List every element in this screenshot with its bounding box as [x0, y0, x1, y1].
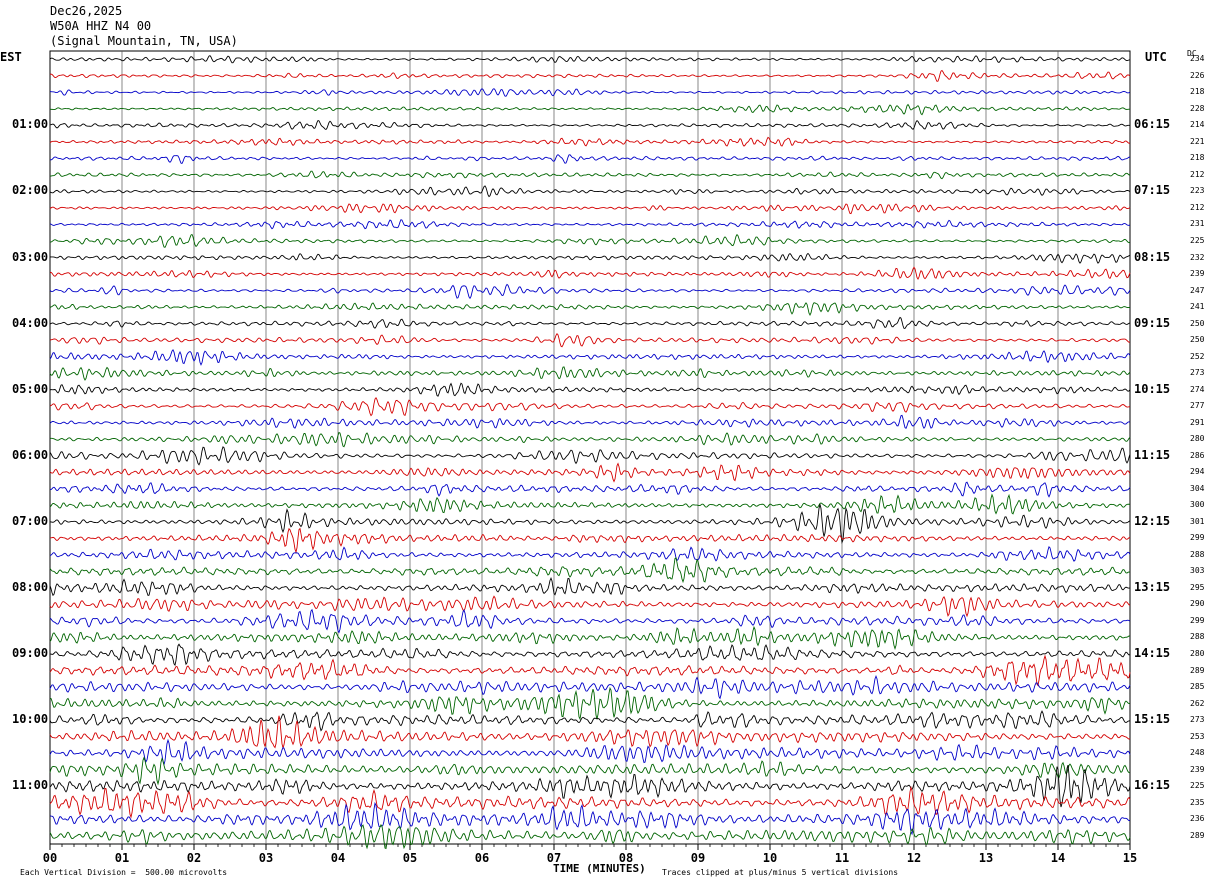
x-tick-label: 06: [475, 851, 489, 865]
seismic-trace: [49, 527, 1131, 554]
seismic-trace: [49, 546, 1131, 562]
x-tick-label: 12: [907, 851, 921, 865]
seismic-trace: [49, 675, 1131, 700]
seismic-trace: [49, 119, 1131, 131]
seismic-trace: [49, 366, 1131, 381]
seismic-trace: [49, 462, 1131, 483]
seismic-trace: [49, 414, 1131, 429]
x-tick-label: 02: [187, 851, 201, 865]
helicorder-chart: 00 01 02 03 04 05 06 07 08 09 10 11 12 13 14 15: [43, 50, 1137, 865]
seismic-trace: [49, 493, 1131, 515]
seismic-trace: [49, 595, 1131, 618]
seismic-trace: [49, 203, 1131, 215]
seismic-trace: [49, 557, 1131, 584]
scale-footnote: Each Vertical Division = 500.00 microvol…: [20, 868, 228, 877]
seismic-trace: [49, 654, 1131, 687]
seismic-trace: [49, 382, 1131, 397]
seismic-trace: [49, 396, 1131, 417]
seismic-trace: [49, 136, 1131, 147]
seismic-trace: [49, 154, 1131, 165]
seismic-trace: [49, 316, 1131, 329]
x-tick-label: 03: [259, 851, 273, 865]
seismic-trace: [49, 349, 1131, 366]
seismic-trace: [49, 302, 1131, 316]
seismic-trace: [49, 710, 1131, 732]
x-tick-label: 05: [403, 851, 417, 865]
seismic-trace: [49, 55, 1131, 64]
x-tick-label: 13: [979, 851, 993, 865]
seismic-trace: [49, 686, 1131, 721]
seismic-trace: [49, 252, 1131, 264]
x-axis-label: TIME (MINUTES): [553, 862, 646, 875]
x-tick-label: 09: [691, 851, 705, 865]
seismic-trace: [49, 69, 1131, 82]
seismic-trace: [49, 88, 1131, 97]
seismic-trace: [49, 625, 1131, 650]
x-tick-label: 15: [1123, 851, 1137, 865]
x-tick-label: 10: [763, 851, 777, 865]
seismic-trace: [49, 756, 1131, 786]
seismic-trace: [49, 219, 1131, 230]
seismic-trace: [49, 577, 1131, 597]
seismic-trace: [49, 332, 1131, 348]
x-tick-label: 00: [43, 851, 57, 865]
seismic-trace: [49, 431, 1131, 448]
seismic-trace: [49, 643, 1131, 667]
x-tick-label: 14: [1051, 851, 1065, 865]
seismic-trace: [49, 446, 1131, 466]
x-tick-label: 01: [115, 851, 129, 865]
x-tick-label: 04: [331, 851, 345, 865]
seismic-trace: [49, 103, 1131, 116]
seismic-trace: [49, 185, 1131, 198]
seismic-trace: [49, 283, 1131, 300]
seismic-trace: [49, 481, 1131, 498]
clip-footnote: Traces clipped at plus/minus 5 vertical …: [662, 868, 899, 877]
seismic-trace: [49, 738, 1131, 766]
x-tick-label: 11: [835, 851, 849, 865]
seismic-trace: [50, 233, 1131, 248]
seismic-trace: [49, 266, 1131, 281]
plot-frame: [49, 50, 1131, 845]
seismic-trace: [49, 170, 1131, 180]
seismic-trace: [49, 785, 1131, 819]
